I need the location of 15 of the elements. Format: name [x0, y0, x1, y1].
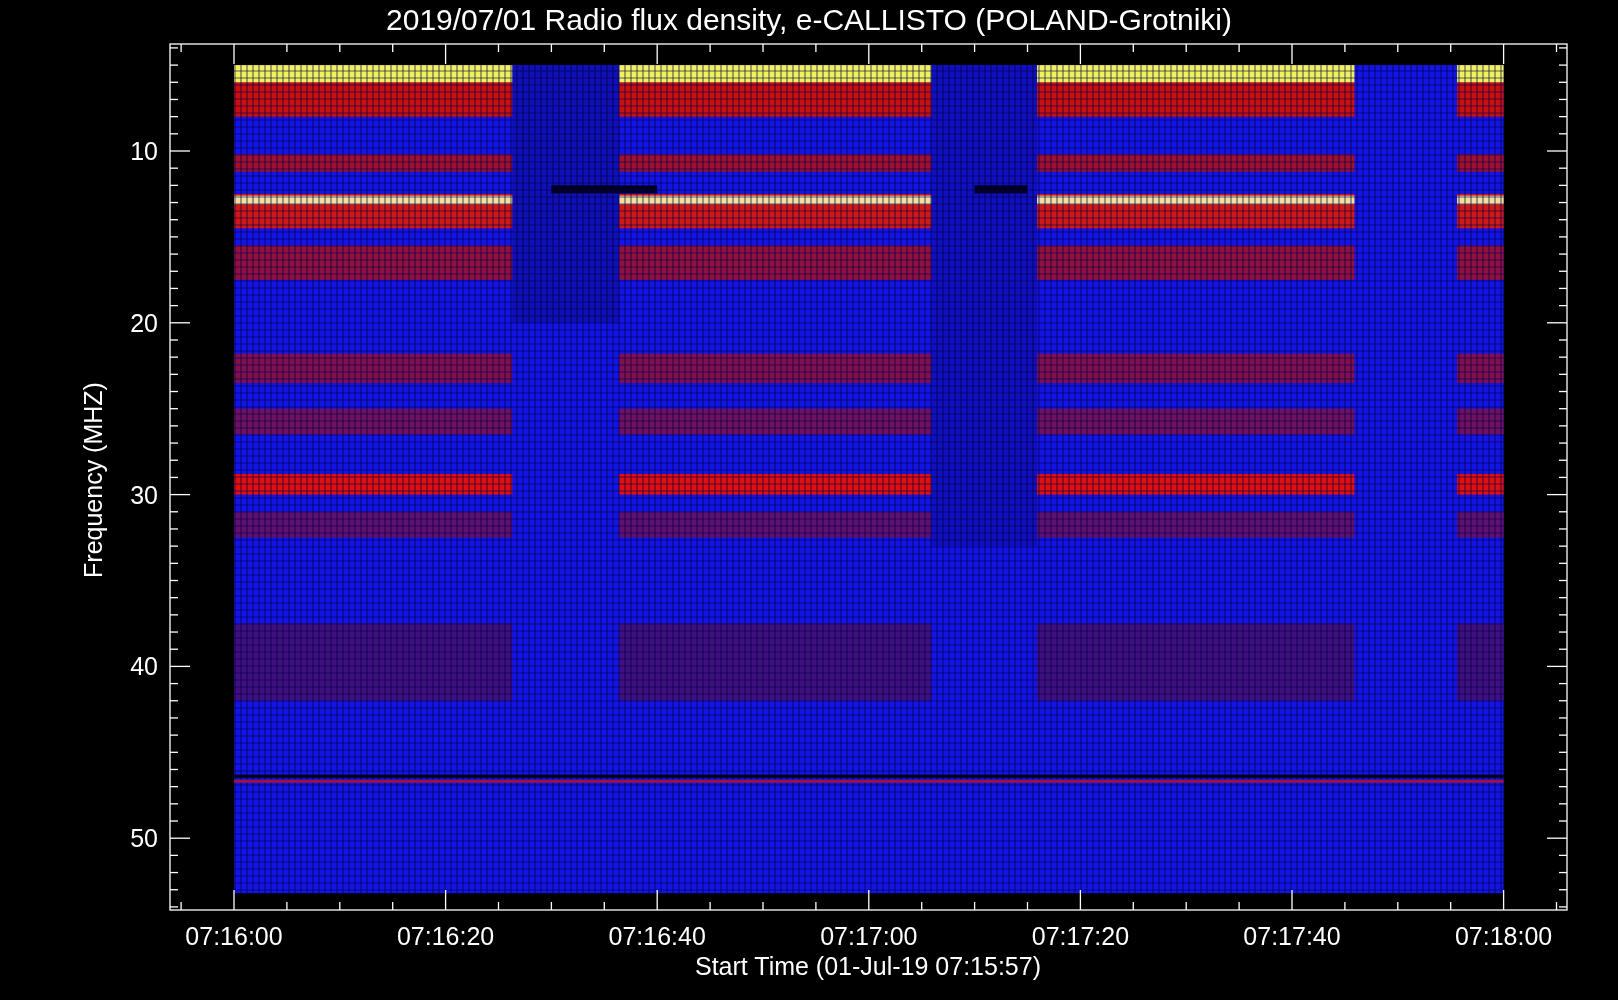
x-tick-label: 07:17:40	[1243, 922, 1341, 950]
y-tick-label: 10	[130, 137, 158, 165]
plot-title: 2019/07/01 Radio flux density, e-CALLISTO (POLAND-Grotniki)	[386, 3, 1232, 36]
y-tick-label: 50	[130, 824, 158, 853]
y-tick-label: 20	[130, 308, 158, 337]
x-axis-label: Start Time (01-Jul-19 07:15:57)	[695, 952, 1041, 980]
y-tick-label: 30	[130, 480, 158, 509]
x-tick-label: 07:17:00	[820, 922, 918, 950]
x-tick-label: 07:16:40	[608, 922, 706, 950]
y-tick-label: 40	[130, 652, 158, 681]
y-axis-label: Frequency (MHZ)	[79, 382, 107, 578]
x-tick-label: 07:18:00	[1454, 922, 1553, 950]
x-tick-label: 07:17:20	[1031, 922, 1130, 950]
x-tick-label: 07:16:00	[185, 922, 283, 950]
x-tick-label: 07:16:20	[396, 922, 495, 950]
